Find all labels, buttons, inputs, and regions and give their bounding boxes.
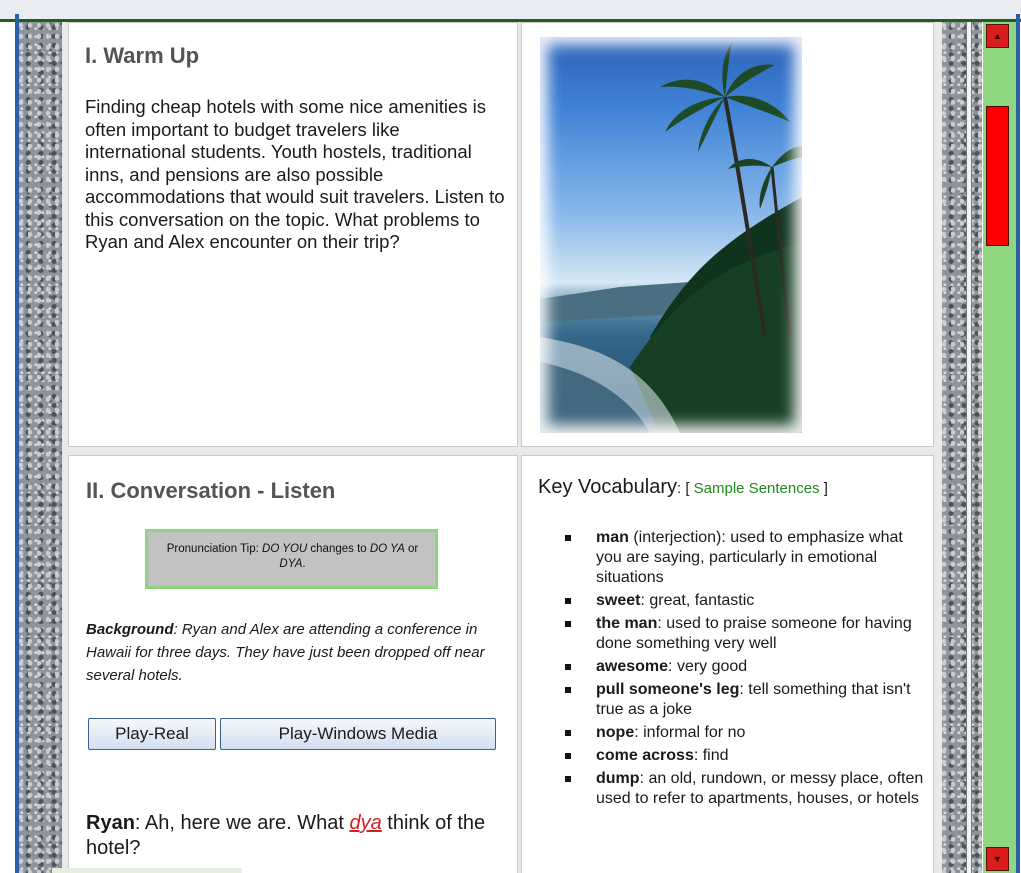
vocab-term: pull someone's leg — [596, 681, 740, 698]
vocab-term: come across — [596, 747, 694, 764]
tip-form-1: DO YA — [369, 543, 405, 555]
warm-up-text: Finding cheap hotels with some nice amen… — [85, 96, 505, 252]
vocab-definition: : great, fantastic — [640, 592, 755, 609]
vocabulary-panel: Key Vocabulary: [ Sample Sentences ] man… — [521, 455, 934, 873]
vocab-item: dump: an old, rundown, or messy place, o… — [564, 769, 929, 809]
vertical-scrollbar[interactable]: ▲ ▼ — [983, 22, 1016, 873]
vocab-item: come across: find — [564, 746, 929, 766]
warm-up-panel: I. Warm Up Finding cheap hotels with som… — [68, 22, 518, 447]
tip-or: or — [404, 543, 419, 555]
speaker-name: Ryan — [86, 812, 135, 834]
tip-middle: changes to — [307, 543, 370, 555]
tip-end: . — [302, 558, 306, 570]
vocab-definition: : informal for no — [634, 724, 746, 741]
warm-up-heading: I. Warm Up — [85, 43, 200, 68]
beach-palm-photo — [540, 37, 802, 433]
window-top-edge — [0, 0, 1021, 22]
stone-border-left — [19, 22, 62, 873]
stone-border-right — [942, 22, 982, 873]
dialog-text-before: : Ah, here we are. What — [134, 812, 350, 834]
vocab-term: awesome — [596, 658, 669, 675]
vocab-term: the man — [596, 615, 658, 632]
decorative-rail — [966, 22, 972, 873]
vocab-item: sweet: great, fantastic — [564, 591, 929, 611]
pronunciation-tip-box: Pronunciation Tip: DO YOU changes to DO … — [145, 529, 438, 589]
close-bracket: ] — [819, 480, 828, 497]
dialog-line: Ryan: Ah, here we are. What dya think of… — [86, 811, 506, 861]
vocab-term: sweet — [596, 592, 641, 609]
bottom-status-strip — [52, 868, 242, 873]
vocabulary-list: man (interjection): used to emphasize wh… — [564, 528, 929, 812]
pronunciation-link[interactable]: dya — [349, 812, 381, 834]
scroll-down-button[interactable]: ▼ — [986, 847, 1009, 871]
vocabulary-heading: Key Vocabulary: [ Sample Sentences ] — [538, 476, 828, 499]
photo-panel — [521, 22, 934, 447]
vocab-item: nope: informal for no — [564, 723, 929, 743]
conversation-panel: II. Conversation - Listen Pronunciation … — [68, 455, 518, 873]
scroll-thumb[interactable] — [986, 106, 1009, 246]
tip-phrase: DO YOU — [262, 543, 308, 555]
frame-right-border — [1016, 14, 1020, 873]
vocab-item: man (interjection): used to emphasize wh… — [564, 528, 929, 588]
vocab-definition: (interjection): used to emphasize what y… — [596, 529, 903, 586]
sample-sentences-link[interactable]: Sample Sentences — [694, 480, 820, 497]
scroll-up-button[interactable]: ▲ — [986, 24, 1009, 48]
play-windows-media-button[interactable]: Play-Windows Media — [220, 718, 496, 750]
vocab-definition: : an old, rundown, or messy place, often… — [596, 770, 924, 807]
tip-form-2: DYA — [279, 558, 303, 570]
vocab-term: nope — [596, 724, 635, 741]
vocab-term: dump — [596, 770, 640, 787]
vocabulary-title: Key Vocabulary — [538, 476, 677, 498]
vocab-definition: : very good — [668, 658, 748, 675]
conversation-heading: II. Conversation - Listen — [86, 478, 336, 503]
vocab-item: awesome: very good — [564, 657, 929, 677]
background-paragraph: Background: Ryan and Alex are attending … — [86, 618, 506, 687]
vocab-term: man — [596, 529, 629, 546]
vocab-item: pull someone's leg: tell something that … — [564, 680, 929, 720]
background-label: Background — [86, 621, 174, 638]
palm-tree-illustration — [540, 42, 802, 433]
open-bracket: : [ — [676, 480, 694, 497]
vocab-definition: : find — [693, 747, 729, 764]
arrow-up-icon: ▲ — [993, 31, 1002, 41]
tip-prefix: Pronunciation Tip: — [166, 543, 263, 555]
play-real-button[interactable]: Play-Real — [88, 718, 216, 750]
arrow-down-icon: ▼ — [993, 854, 1002, 864]
vocab-item: the man: used to praise someone for havi… — [564, 614, 929, 654]
